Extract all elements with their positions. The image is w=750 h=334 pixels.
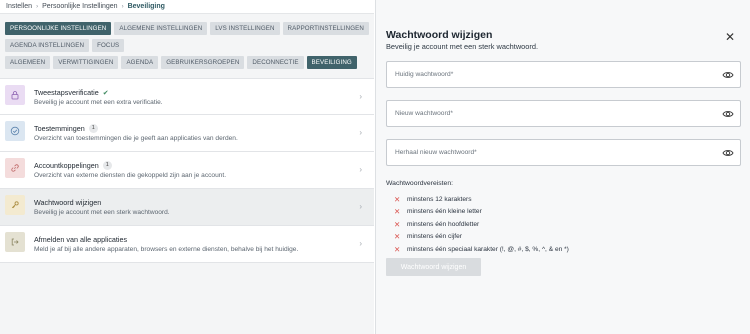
item-description: Overzicht van toestemmingen die je geeft… [34, 135, 238, 142]
list-item-toestemmingen[interactable]: Toestemmingen 1 Overzicht van toestemming… [0, 115, 374, 152]
chevron-right-icon: › [359, 128, 362, 137]
breadcrumb: Instellen › Persoonlijke Instellingen › … [0, 0, 374, 14]
item-description: Overzicht van externe diensten die gekop… [34, 172, 227, 179]
item-title: Accountkoppelingen [34, 161, 99, 170]
tab-rapportinstellingen[interactable]: RAPPORTINSTELLINGEN [282, 22, 369, 35]
requirement-item: ✕ minstens één hoofdletter [394, 219, 480, 229]
repeat-password-input[interactable] [387, 140, 707, 165]
new-password-field[interactable] [386, 100, 741, 127]
security-list: Tweestapsverificatie ✔ Beveilig je accoun… [0, 78, 374, 263]
tab-lvs-instellingen[interactable]: LVS INSTELLINGEN [210, 22, 280, 35]
breadcrumb-item-instellen[interactable]: Instellen [6, 3, 32, 10]
chevron-right-icon: › [36, 3, 39, 10]
panel-title: Wachtwoord wijzigen [386, 29, 493, 41]
lock-icon [5, 85, 25, 105]
cross-icon: ✕ [394, 219, 401, 229]
tab-agenda-instellingen[interactable]: AGENDA INSTELLINGEN [5, 39, 90, 52]
item-title: Toestemmingen [34, 124, 85, 133]
chevron-right-icon: › [359, 165, 362, 174]
check-icon: ✔ [102, 89, 109, 97]
list-item-accountkoppelingen[interactable]: Accountkoppelingen 1 Overzicht van extern… [0, 152, 374, 189]
settings-pane: PERSOONLIJKE INSTELLINGEN ALGEMENE INSTE… [0, 14, 374, 334]
key-icon [5, 195, 25, 215]
breadcrumb-item-persoonlijke[interactable]: Persoonlijke Instellingen [42, 3, 118, 10]
eye-icon[interactable] [722, 69, 734, 81]
current-password-input[interactable] [387, 62, 707, 87]
close-icon[interactable]: ✕ [725, 31, 735, 43]
tab-row-extra: AGENDA INSTELLINGEN FOCUS [5, 39, 125, 52]
chevron-right-icon: › [121, 3, 124, 10]
repeat-password-field[interactable] [386, 139, 741, 166]
cross-icon: ✕ [394, 207, 401, 217]
requirement-item: ✕ minstens 12 karakters [394, 194, 472, 204]
item-title: Tweestapsverificatie [34, 88, 99, 97]
chevron-right-icon: › [359, 92, 362, 101]
item-title: Afmelden van alle applicaties [34, 235, 128, 244]
tab-row-main: PERSOONLIJKE INSTELLINGEN ALGEMENE INSTE… [5, 22, 369, 35]
list-item-tweestapsverificatie[interactable]: Tweestapsverificatie ✔ Beveilig je accoun… [0, 78, 374, 115]
check-circle-icon [5, 121, 25, 141]
change-password-panel: Wachtwoord wijzigen Beveilig je account … [375, 0, 750, 334]
requirements-title: Wachtwoordvereisten: [386, 180, 453, 187]
chevron-right-icon: › [359, 202, 362, 211]
list-item-wachtwoord-wijzigen[interactable]: Wachtwoord wijzigen Beveilig je account … [0, 189, 374, 226]
cross-icon: ✕ [394, 244, 401, 254]
requirement-item: ✕ minstens één cijfer [394, 232, 462, 242]
subtab-algemeen[interactable]: ALGEMEEN [5, 56, 51, 69]
subtab-agenda[interactable]: AGENDA [121, 56, 159, 69]
requirement-item: ✕ minstens één kleine letter [394, 207, 482, 217]
count-badge: 1 [88, 124, 98, 133]
subtab-verwittigingen[interactable]: VERWITTIGINGEN [53, 56, 119, 69]
item-title: Wachtwoord wijzigen [34, 198, 102, 207]
item-description: Beveilig je account met een extra verifi… [34, 99, 163, 106]
tab-algemene-instellingen[interactable]: ALGEMENE INSTELLINGEN [114, 22, 208, 35]
new-password-input[interactable] [387, 101, 707, 126]
chevron-right-icon: › [359, 239, 362, 248]
eye-icon[interactable] [722, 147, 734, 159]
eye-icon[interactable] [722, 108, 734, 120]
subtab-deconnectie[interactable]: DECONNECTIE [247, 56, 304, 69]
tab-persoonlijke-instellingen[interactable]: PERSOONLIJKE INSTELLINGEN [5, 22, 112, 35]
count-badge: 1 [102, 161, 112, 170]
cross-icon: ✕ [394, 194, 401, 204]
subtab-row: ALGEMEEN VERWITTIGINGEN AGENDA GEBRUIKER… [5, 56, 357, 69]
change-password-button[interactable]: Wachtwoord wijzigen [386, 258, 481, 276]
sign-out-icon [5, 232, 25, 252]
link-icon [5, 158, 25, 178]
requirement-item: ✕ minstens één speciaal karakter (!, @, #… [394, 244, 569, 254]
current-password-field[interactable] [386, 61, 741, 88]
item-description: Meld je af bij alle andere apparaten, br… [34, 246, 299, 253]
list-item-afmelden[interactable]: Afmelden van alle applicaties Meld je af… [0, 226, 374, 263]
breadcrumb-item-current: Beveiliging [127, 3, 165, 10]
cross-icon: ✕ [394, 232, 401, 242]
requirements-list: ✕ minstens 12 karakters ✕ minstens één kle… [394, 193, 569, 256]
tab-focus[interactable]: FOCUS [92, 39, 125, 52]
item-description: Beveilig je account met een sterk wachtw… [34, 209, 170, 216]
panel-subtitle: Beveilig je account met een sterk wachtw… [386, 42, 538, 51]
subtab-gebruikersgroepen[interactable]: GEBRUIKERSGROEPEN [161, 56, 245, 69]
subtab-beveiliging[interactable]: BEVEILIGING [306, 56, 357, 69]
